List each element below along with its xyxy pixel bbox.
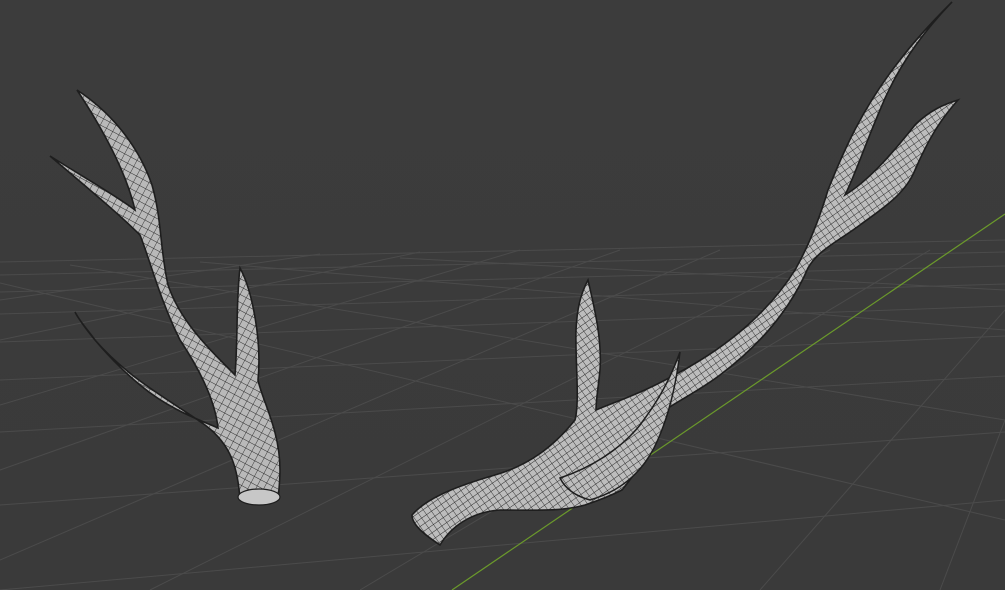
- 3d-viewport[interactable]: [0, 0, 1005, 590]
- viewport-canvas[interactable]: [0, 0, 1005, 590]
- antler-left-base-cap: [237, 488, 281, 506]
